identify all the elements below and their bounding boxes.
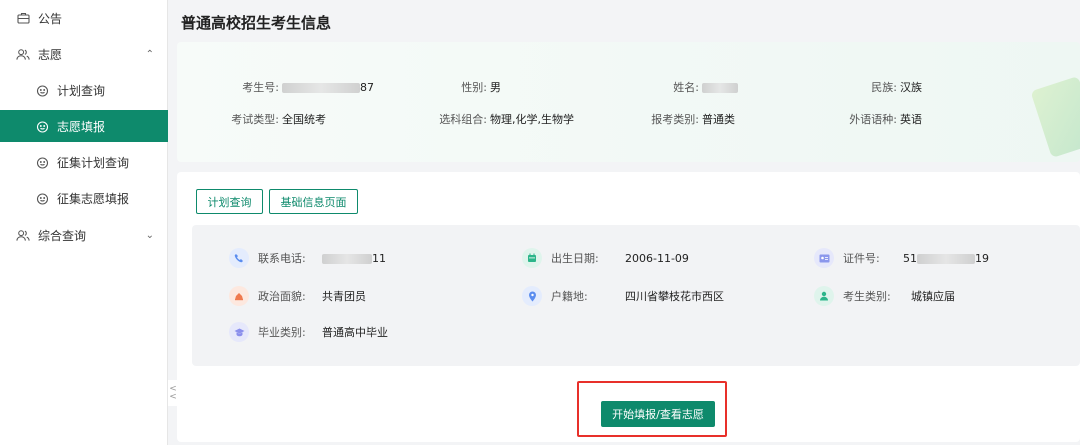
detail-label: 户籍地: [551,290,588,303]
field-label: 报考类别: [651,113,699,126]
chevron-up-icon: ⌃ [145,48,154,60]
sidebar-item-label: 征集志愿填报 [57,191,130,206]
chevron-down-icon: ⌄ [145,229,154,241]
face-icon [35,83,49,97]
detail-value: 城镇应届 [911,290,955,303]
detail-political-status: 政治面貌: 共青团员 [229,286,366,306]
id-card-icon [814,248,834,268]
basic-info-card: 考生号: 87 性别: 男 姓名: 民族: 汉族 考试类型: 全国统考 选科组合… [177,42,1080,162]
flag-icon [229,286,249,306]
redacted-mask [702,82,738,93]
face-icon [35,191,49,205]
graduation-cap-icon [229,322,249,342]
basic-info-page-button[interactable]: 基础信息页面 [269,189,358,214]
detail-id-number: 证件号: 51 19 [814,248,989,268]
field-label: 民族: [871,81,897,94]
field-label: 考生号: [242,81,279,94]
phone-icon [229,248,249,268]
field-foreign-language: 外语语种: 英语 [841,111,922,127]
sidebar-item-label: 综合查询 [38,228,87,243]
sidebar-item-supplementary-plan-query[interactable]: 征集计划查询 [0,146,168,178]
plan-query-button[interactable]: 计划查询 [196,189,263,214]
field-value: 普通类 [702,113,735,126]
field-value: 汉族 [900,81,922,94]
detail-candidate-type: 考生类别: 城镇应届 [814,286,955,306]
detail-value: 四川省攀枝花市西区 [625,290,724,303]
detail-value: 共青团员 [322,290,366,303]
field-ethnicity: 民族: 汉族 [853,79,922,95]
sidebar-item-label: 征集计划查询 [57,155,130,170]
redacted-mask [282,82,360,93]
main-content: 普通高校招生考生信息 考生号: 87 性别: 男 姓名: 民族: 汉族 考试类型… [168,0,1080,445]
field-label: 姓名: [673,81,699,94]
sidebar-item-volunteer-fill[interactable]: 志愿填报 [0,110,168,142]
start-fill-button[interactable]: 开始填报/查看志愿 [601,401,715,427]
sidebar-item-label: 志愿填报 [57,119,106,134]
decorative-graphic [1030,75,1080,159]
detail-phone: 联系电话: 11 [229,248,386,268]
detail-label: 毕业类别: [258,326,306,339]
detail-value: 2006-11-09 [625,251,689,265]
field-apply-category: 报考类别: 普通类 [643,111,735,127]
field-value: 87 [282,81,374,94]
detail-label: 证件号: [843,252,880,265]
field-value [702,81,738,94]
field-value: 物理,化学,生物学 [490,113,574,126]
user-icon [814,286,834,306]
detail-label: 政治面貌: [258,290,306,303]
sidebar-item-supplementary-fill[interactable]: 征集志愿填报 [0,182,168,214]
field-value: 英语 [900,113,922,126]
detail-value: 51 19 [903,251,989,265]
sidebar-item-label: 计划查询 [57,83,106,98]
detail-birth-date: 出生日期: 2006-11-09 [522,248,689,268]
face-icon [35,119,49,133]
field-gender: 性别: 男 [439,79,501,95]
location-icon [522,286,542,306]
detail-value: 普通高中毕业 [322,326,388,339]
sidebar-item-label: 公告 [38,11,63,26]
sidebar-item-plan-query[interactable]: 计划查询 [0,74,168,106]
detail-household: 户籍地: 四川省攀枝花市西区 [522,286,724,306]
field-label: 性别: [461,81,487,94]
field-exam-type: 考试类型: 全国统考 [207,111,326,127]
page-title: 普通高校招生考生信息 [181,14,332,32]
field-value: 全国统考 [282,113,326,126]
detail-label: 出生日期: [551,252,599,265]
sidebar: 公告 志愿 ⌃ 计划查询 志愿填报 征集计划查询 征集志愿填报 综合查询 ⌄ [0,0,168,445]
detail-label: 联系电话: [258,252,306,265]
field-label: 考试类型: [231,113,279,126]
detail-label: 考生类别: [843,290,891,303]
briefcase-icon [16,11,30,25]
field-subjects: 选科组合: 物理,化学,生物学 [433,111,574,127]
redacted-mask [917,253,975,264]
field-value: 男 [490,81,501,94]
face-icon [35,155,49,169]
calendar-icon [522,248,542,268]
detail-info-box: 联系电话: 11 出生日期: 2006-11-09 证件号: 51 19 政治面… [192,225,1080,366]
field-name: 姓名: [657,79,738,95]
redacted-mask [322,253,372,264]
sidebar-item-comprehensive-query[interactable]: 综合查询 ⌄ [0,219,168,251]
field-label: 选科组合: [439,113,487,126]
sidebar-item-label: 志愿 [38,47,63,62]
field-label: 外语语种: [849,113,897,126]
sidebar-item-announcement[interactable]: 公告 [0,2,168,34]
detail-graduation-type: 毕业类别: 普通高中毕业 [229,322,388,342]
users-icon [16,228,30,242]
field-exam-no: 考生号: 87 [207,79,374,95]
sidebar-item-volunteer[interactable]: 志愿 ⌃ [0,38,168,70]
users-icon [16,47,30,61]
detail-value: 11 [322,252,386,265]
